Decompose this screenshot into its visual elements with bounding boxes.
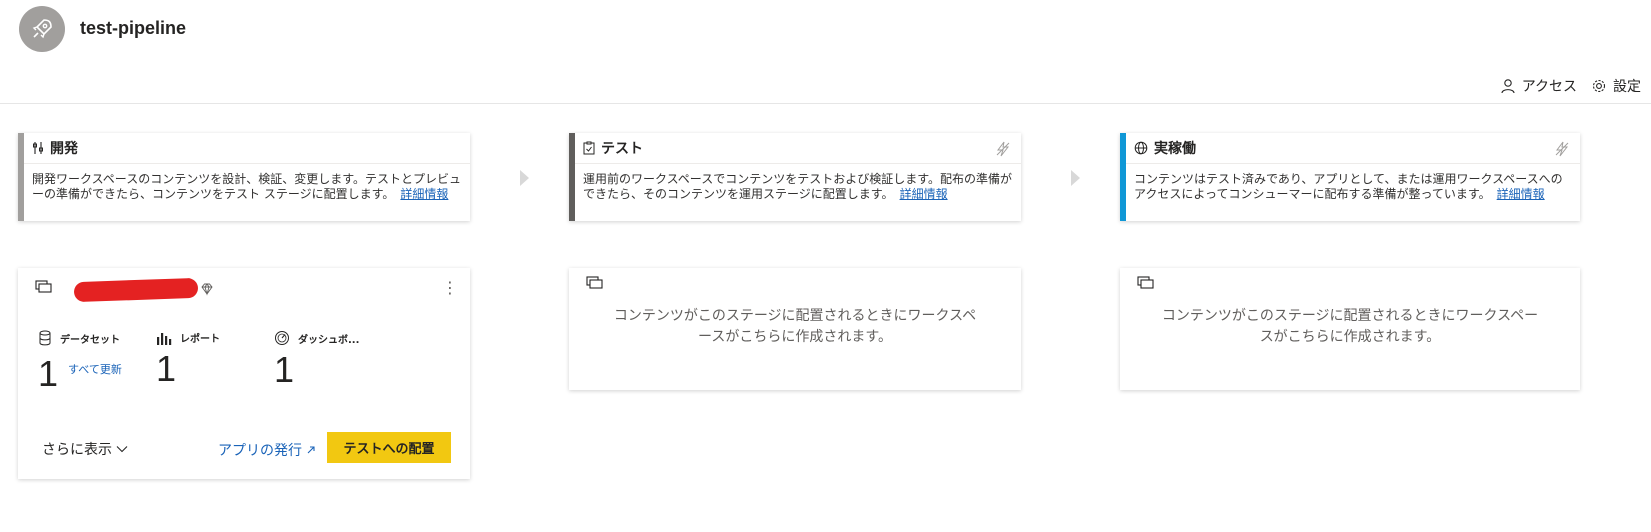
test-workspace-placeholder: コンテンツがこのステージに配置されるときにワークスペースがこちらに作成されます。 [569,268,1021,390]
metric-header: データセット [38,330,122,346]
metric-datasets: データセット 1 すべて更新 [38,330,122,394]
show-more-label: さらに表示 [42,442,112,458]
metric-dashboards: ダッシュボ... 1 [274,330,359,390]
top-actions: アクセス 設定 [1500,76,1641,96]
lightning-deploy-icon[interactable] [995,141,1011,157]
stage-card-production: 実稼働 コンテンツはテスト済みであり、アプリとして、または運用ワークスペースへの… [1120,133,1580,221]
clipboard-check-icon [583,141,595,155]
metric-header: ダッシュボ... [274,330,359,346]
stage-header: 実稼働 [1126,133,1580,164]
refresh-all-link[interactable]: すべて更新 [68,350,122,390]
metric-value: 1 [38,353,59,394]
metric-reports: レポート 1 [156,330,220,389]
stage-title: 開発 [50,141,78,157]
stage-header: テスト [575,133,1021,164]
stage-description: 運用前のワークスペースでコンテンツをテストおよび検証します。配布の準備ができたら… [575,164,1021,202]
stage-title: テスト [601,141,643,157]
workspace-icon [1137,276,1154,289]
stage-card-development: 開発 開発ワークスペースのコンテンツを設計、検証、変更します。テストとプレビュー… [18,133,470,221]
gear-icon [1592,79,1606,93]
redacted-workspace-name [73,277,199,303]
publish-app-link[interactable]: アプリの発行 [218,440,316,460]
premium-diamond-icon [201,283,213,296]
publish-app-label: アプリの発行 [218,443,302,459]
show-more-button[interactable]: さらに表示 [42,439,128,459]
settings-button[interactable]: 設定 [1591,76,1641,96]
dev-workspace-card[interactable]: ⋮ データセット 1 すべて更新 レポート 1 ダッシュボ... 1 さらに表示… [18,268,470,479]
access-button[interactable]: アクセス [1500,76,1577,96]
workspace-icon [586,276,603,289]
pipeline-title: test-pipeline [80,18,187,38]
stage-header: 開発 [24,133,470,164]
more-options-icon[interactable]: ⋮ [442,278,458,297]
globe-icon [1134,141,1148,155]
stage-arrow [1071,170,1080,186]
stage-description: 開発ワークスペースのコンテンツを設計、検証、変更します。テストとプレビューの準備… [24,164,470,202]
tools-icon [33,142,43,154]
metric-value: 1 [156,348,177,389]
metric-value-row: 1 すべて更新 [38,350,122,394]
metric-value-row: 1 [156,349,220,389]
workspace-icon [35,280,52,293]
metric-label: ダッシュボ... [298,334,360,346]
bar-chart-icon [157,332,172,345]
metric-value-row: 1 [274,350,359,390]
lightning-deploy-icon[interactable] [1554,141,1570,157]
production-workspace-placeholder: コンテンツがこのステージに配置されるときにワークスペースがこちらに作成されます。 [1120,268,1580,390]
person-icon [1501,79,1515,94]
settings-label: 設定 [1613,79,1641,95]
learn-more-link[interactable]: 詳細情報 [900,187,948,201]
database-icon [39,330,51,346]
stage-title: 実稼働 [1154,141,1196,157]
metric-label: レポート [180,334,220,345]
metric-value: 1 [274,349,295,390]
metric-header: レポート [156,330,220,345]
metric-label: データセット [60,334,120,346]
rocket-icon [32,19,52,39]
deploy-to-test-button[interactable]: テストへの配置 [327,432,451,463]
placeholder-text: コンテンツがこのステージに配置されるときにワークスペースがこちらに作成されます。 [613,308,977,345]
pipeline-header: test-pipeline アクセス 設定 [0,0,1651,104]
stage-description: コンテンツはテスト済みであり、アプリとして、または運用ワークスペースへのアクセス… [1126,164,1580,202]
external-link-icon [307,446,315,454]
chevron-down-icon [116,446,128,453]
stage-description-text: 開発ワークスペースのコンテンツを設計、検証、変更します。テストとプレビューの準備… [32,172,462,201]
stage-arrow [520,170,529,186]
gauge-icon [275,331,289,345]
learn-more-link[interactable]: 詳細情報 [400,187,448,201]
pipeline-avatar [19,6,65,52]
access-label: アクセス [1521,79,1577,95]
stage-card-test: テスト 運用前のワークスペースでコンテンツをテストおよび検証します。配布の準備が… [569,133,1021,221]
learn-more-link[interactable]: 詳細情報 [1497,187,1545,201]
placeholder-text: コンテンツがこのステージに配置されるときにワークスペースがこちらに作成されます。 [1161,308,1539,345]
